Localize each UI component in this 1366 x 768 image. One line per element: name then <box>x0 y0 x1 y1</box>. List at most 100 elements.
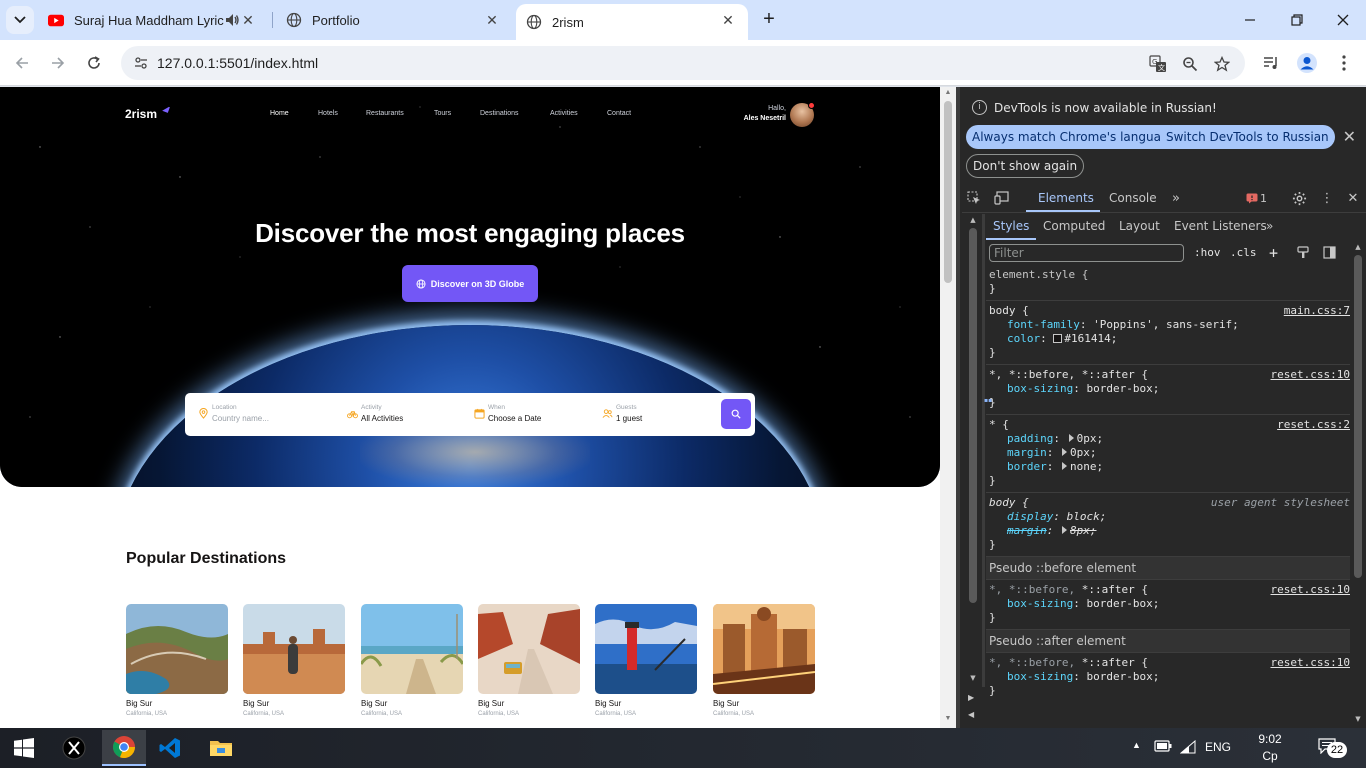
panel-splitter[interactable]: ▪▪ <box>982 214 992 728</box>
devtools-resize-gutter[interactable] <box>956 87 960 728</box>
destination-image-desert[interactable] <box>243 604 345 694</box>
media-control-icon[interactable] <box>1260 52 1282 74</box>
taskbar-app-vscode[interactable] <box>148 730 192 766</box>
close-icon[interactable]: ✕ <box>1343 127 1356 146</box>
tab-elements[interactable]: Elements <box>1038 191 1094 205</box>
close-icon[interactable]: ✕ <box>240 12 256 28</box>
scroll-up-arrow-icon[interactable]: ▲ <box>969 216 977 224</box>
rule-source-link[interactable]: reset.css:10 <box>1271 656 1350 670</box>
tab-event-listeners[interactable]: Event Listeners <box>1174 219 1267 233</box>
nav-home[interactable]: Home <box>270 110 289 117</box>
tab-computed[interactable]: Computed <box>1043 219 1105 233</box>
page-scrollbar[interactable]: ▲ ▼ <box>940 87 956 728</box>
scroll-up-arrow-icon[interactable]: ▲ <box>1354 243 1362 251</box>
destination-card[interactable]: Big Sur California, USA <box>361 604 463 717</box>
always-match-language-button[interactable]: Always match Chrome's language <box>966 125 1182 149</box>
tab-console[interactable]: Console <box>1109 191 1157 205</box>
dont-show-again-button[interactable]: Don't show again <box>966 154 1085 178</box>
switch-to-russian-button[interactable]: Switch DevTools to Russian <box>1160 125 1335 149</box>
chrome-menu-button[interactable] <box>1333 52 1355 74</box>
wifi-icon[interactable] <box>1179 739 1196 757</box>
forward-button[interactable] <box>46 51 70 75</box>
date-picker[interactable]: Choose a Date <box>488 414 541 423</box>
nav-hotels[interactable]: Hotels <box>318 110 338 117</box>
destination-card[interactable]: Big Sur California, USA <box>595 604 697 717</box>
expand-arrow-icon[interactable]: ▶ <box>968 693 974 702</box>
color-swatch[interactable] <box>1053 334 1063 343</box>
css-rule[interactable]: * { reset.css:2 padding: 0px; margin: 0p… <box>986 415 1350 493</box>
scrollbar-thumb[interactable] <box>969 228 977 603</box>
paint-brush-icon[interactable] <box>1297 246 1309 262</box>
taskbar-app-chrome[interactable] <box>102 730 146 766</box>
scroll-down-arrow-icon[interactable]: ▼ <box>1354 715 1362 723</box>
taskbar-app-file-explorer[interactable] <box>199 730 243 766</box>
reload-button[interactable] <box>82 51 106 75</box>
styles-scrollbar[interactable]: ▲ ▼ <box>1352 241 1364 728</box>
url-text[interactable]: 127.0.0.1:5501/index.html <box>157 55 318 71</box>
expand-triangle-icon[interactable] <box>1068 434 1074 442</box>
rule-source-link[interactable]: reset.css:10 <box>1271 583 1350 597</box>
battery-icon[interactable] <box>1154 740 1172 755</box>
css-declaration[interactable]: font-family: 'Poppins', sans-serif; <box>989 318 1350 332</box>
show-hidden-icons-chevron-icon[interactable]: ▲ <box>1132 740 1141 750</box>
bookmark-star-icon[interactable] <box>1212 54 1232 74</box>
nav-activities[interactable]: Activities <box>550 110 578 117</box>
nav-destinations[interactable]: Destinations <box>480 110 519 117</box>
css-declaration[interactable]: box-sizing: border-box; <box>989 382 1350 396</box>
scroll-down-arrow-icon[interactable]: ▼ <box>969 674 977 682</box>
nav-contact[interactable]: Contact <box>607 110 631 117</box>
destination-image-beach[interactable] <box>361 604 463 694</box>
guests-select[interactable]: 1 guest <box>616 414 642 423</box>
toggle-sidebar-icon[interactable] <box>1323 246 1336 262</box>
minimize-button[interactable] <box>1238 8 1262 32</box>
more-tabs-chevron-icon[interactable]: » <box>1168 190 1184 206</box>
scroll-down-arrow-icon[interactable]: ▼ <box>944 715 952 722</box>
collapse-arrow-icon[interactable]: ◀ <box>968 710 974 719</box>
close-icon[interactable]: ✕ <box>484 12 500 28</box>
nav-tours[interactable]: Tours <box>434 110 451 117</box>
tab-search-button[interactable] <box>6 6 34 34</box>
expand-triangle-icon[interactable] <box>1062 526 1067 534</box>
location-input[interactable]: Country name... <box>212 414 269 423</box>
destination-image-lighthouse[interactable] <box>595 604 697 694</box>
start-button[interactable] <box>2 730 46 766</box>
css-declaration[interactable]: padding: 0px; <box>989 432 1350 446</box>
issues-icon[interactable] <box>1245 190 1259 206</box>
device-toolbar-icon[interactable] <box>994 190 1010 206</box>
scroll-up-arrow-icon[interactable]: ▲ <box>944 89 952 96</box>
settings-gear-icon[interactable] <box>1291 190 1307 206</box>
css-declaration[interactable]: color: #161414; <box>989 332 1350 346</box>
new-tab-button[interactable]: + <box>758 9 780 31</box>
css-rule[interactable]: body { main.css:7 font-family: 'Poppins'… <box>986 301 1350 365</box>
styles-filter-input[interactable]: Filter <box>989 244 1184 262</box>
css-declaration[interactable]: border: none; <box>989 460 1350 474</box>
site-info-icon[interactable] <box>133 55 149 71</box>
tab-youtube[interactable]: Suraj Hua Maddham Lyric V ✕ <box>38 0 268 40</box>
tab-2rism[interactable]: 2rism ✕ <box>516 4 748 40</box>
expand-triangle-icon[interactable] <box>1062 448 1067 456</box>
issues-count[interactable]: 1 <box>1260 192 1267 205</box>
scrollbar-thumb[interactable] <box>944 101 952 283</box>
more-subtabs-chevron-icon[interactable]: » <box>1266 219 1273 233</box>
nav-restaurants[interactable]: Restaurants <box>366 110 404 117</box>
speaker-icon[interactable] <box>224 12 240 31</box>
scrollbar-thumb[interactable] <box>1354 255 1362 578</box>
tab-portfolio[interactable]: Portfolio ✕ <box>276 0 512 40</box>
rule-source-link[interactable]: reset.css:2 <box>1277 418 1350 432</box>
input-language[interactable]: ENG <box>1205 740 1231 754</box>
close-icon[interactable]: ✕ <box>720 12 736 28</box>
rule-source-link[interactable]: reset.css:10 <box>1271 368 1350 382</box>
destination-image-coast[interactable] <box>126 604 228 694</box>
css-rule[interactable]: *, *::before, *::after { reset.css:10 bo… <box>986 365 1350 415</box>
zoom-icon[interactable] <box>1180 54 1200 74</box>
kebab-menu-icon[interactable]: ⋮ <box>1319 190 1335 206</box>
new-style-rule-icon[interactable]: + <box>1269 244 1278 262</box>
restore-button[interactable] <box>1285 8 1309 32</box>
dom-tree-scrollbar[interactable]: ▲ ▼ <box>966 214 980 687</box>
system-clock[interactable]: 9:02 Ср 15.05.24 <box>1240 731 1300 768</box>
rule-source-link[interactable]: main.css:7 <box>1284 304 1350 318</box>
search-submit-button[interactable] <box>721 399 751 429</box>
close-icon[interactable]: ✕ <box>1345 190 1361 206</box>
class-toggle[interactable]: .cls <box>1230 246 1257 259</box>
css-rule[interactable]: element.style { } <box>986 265 1350 301</box>
